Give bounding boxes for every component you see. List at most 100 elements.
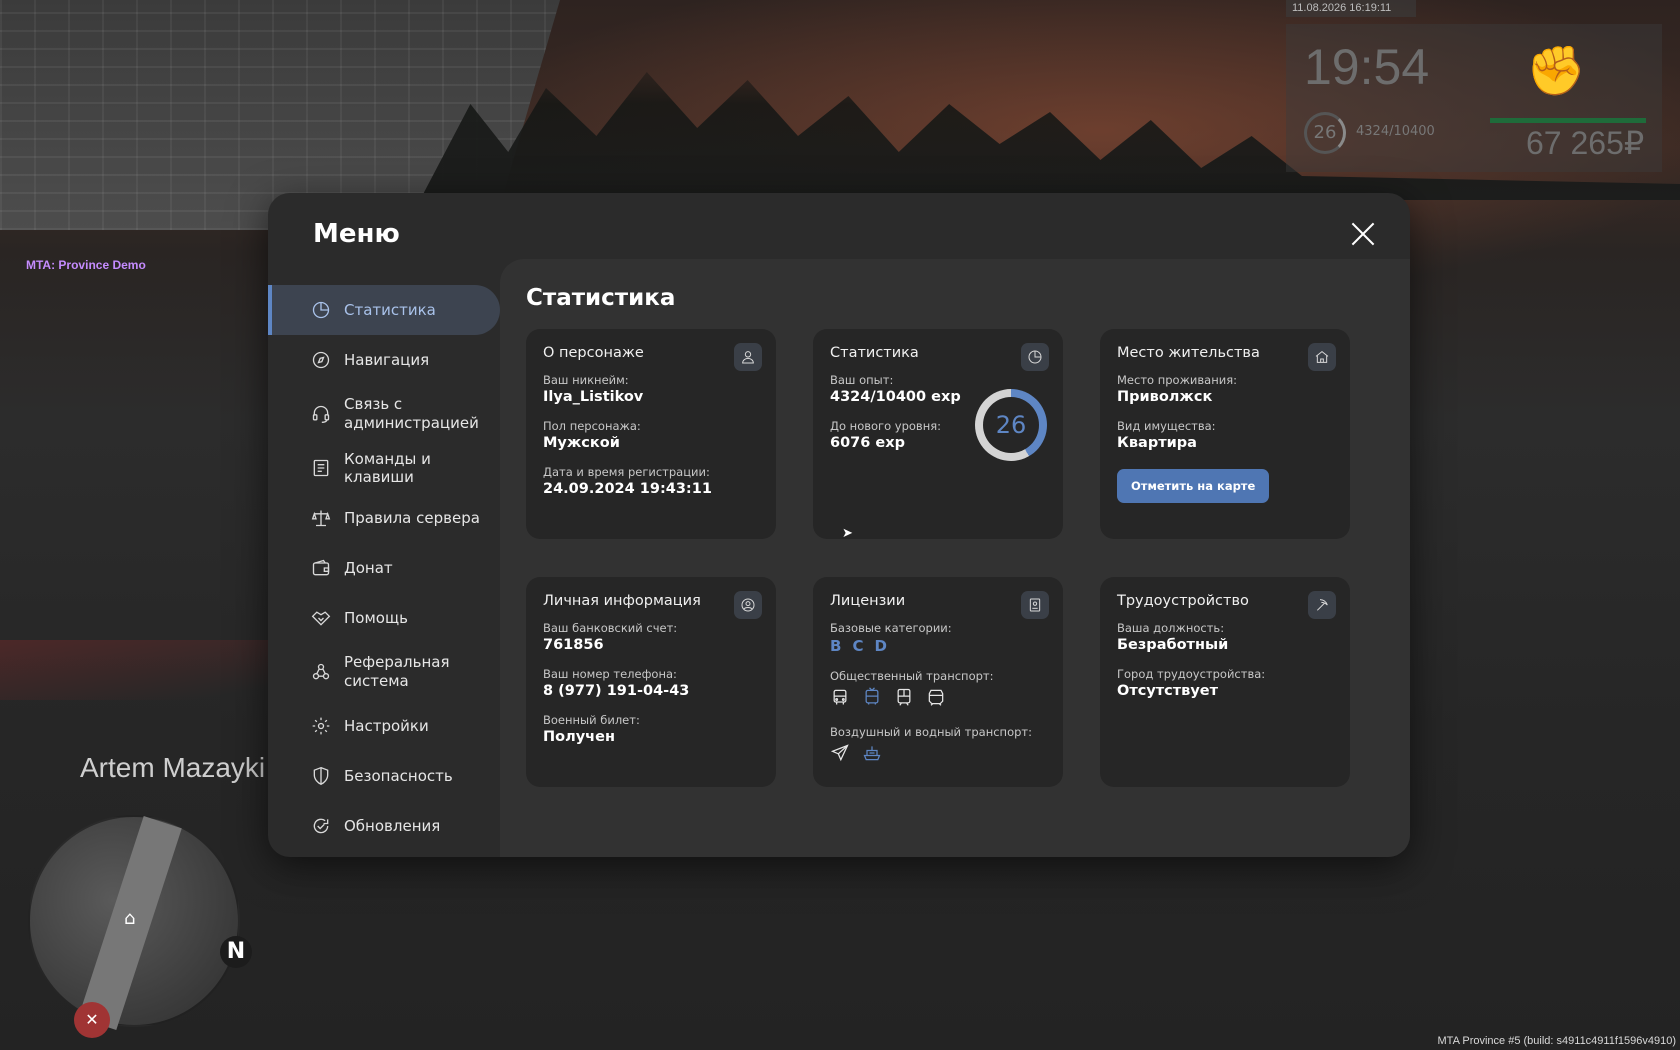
- category-b: B: [830, 637, 842, 655]
- house-icon: [1308, 343, 1336, 371]
- public-transport-icons: [830, 687, 1046, 711]
- compass-icon: [310, 349, 332, 371]
- military-value: Получен: [543, 729, 615, 745]
- refresh-check-icon: [310, 815, 332, 837]
- menu-modal: Меню Статистика Навигация Связь с админи…: [268, 193, 1410, 857]
- blip-icon: ✕: [74, 1002, 110, 1038]
- page-title: Статистика: [526, 285, 676, 311]
- sidebar-item-settings[interactable]: Настройки: [268, 701, 500, 751]
- registration-label: Дата и время регистрации:: [543, 465, 710, 479]
- build-info: MTA Province #5 (build: s4911c4911f1596v…: [1437, 1035, 1676, 1047]
- shield-icon: [310, 765, 332, 787]
- hud-health-bar: [1490, 118, 1646, 123]
- public-transport-label: Общественный транспорт:: [830, 669, 994, 683]
- tram-icon: [894, 687, 914, 711]
- sidebar-item-navigation[interactable]: Навигация: [268, 335, 500, 385]
- compass-north: N: [220, 936, 252, 968]
- registration-value: 24.09.2024 19:43:11: [543, 481, 712, 497]
- sidebar-item-security[interactable]: Безопасность: [268, 751, 500, 801]
- property-value: Квартира: [1117, 435, 1197, 451]
- sidebar-item-label: Правила сервера: [344, 509, 480, 527]
- sidebar-item-label: Донат: [344, 559, 393, 577]
- air-water-transport-icons: [830, 743, 1046, 767]
- categories-list: B C D: [830, 637, 1046, 655]
- hud-time: 19:54: [1304, 39, 1430, 95]
- sidebar-item-label: Навигация: [344, 351, 430, 369]
- employment-card: Трудоустройство Ваша должность: Безработ…: [1100, 577, 1350, 787]
- exp-label: Ваш опыт:: [830, 373, 894, 387]
- sidebar-item-label: Связь с администрацией: [344, 395, 479, 432]
- sidebar-item-statistics[interactable]: Статистика: [268, 285, 500, 335]
- sidebar-item-updates[interactable]: Обновления: [268, 801, 500, 851]
- id-card-icon: [1021, 591, 1049, 619]
- base-categories-label: Базовые категории:: [830, 621, 952, 635]
- personal-card: Личная информация Ваш банковский счет: 7…: [526, 577, 776, 787]
- sidebar-item-help[interactable]: Помощь: [268, 593, 500, 643]
- licenses-card: Лицензии Базовые категории: B C D Общест…: [813, 577, 1063, 787]
- sidebar-item-rules[interactable]: Правила сервера: [268, 493, 500, 543]
- phone-value: 8 (977) 191-04-43: [543, 683, 690, 699]
- sidebar-item-label: Статистика: [344, 301, 436, 319]
- gender-value: Мужской: [543, 435, 620, 451]
- pie-chart-icon: [310, 299, 332, 321]
- card-title: Личная информация: [543, 593, 701, 609]
- sidebar-item-donate[interactable]: Донат: [268, 543, 500, 593]
- sidebar-item-label: Безопасность: [344, 767, 453, 785]
- player-nametag: Artem Mazayki: [80, 752, 266, 783]
- stats-card: Статистика Ваш опыт: 4324/10400 exp До н…: [813, 329, 1063, 539]
- hud-exp: 4324/10400: [1356, 124, 1435, 139]
- position-label: Ваша должность:: [1117, 621, 1225, 635]
- pickaxe-icon: [1308, 591, 1336, 619]
- headset-icon: [310, 403, 332, 425]
- fist-icon: ✊: [1526, 43, 1586, 99]
- gender-label: Пол персонажа:: [543, 419, 641, 433]
- hud-level: 26: [1304, 112, 1346, 154]
- bank-value: 761856: [543, 637, 604, 653]
- sidebar-item-contact-admin[interactable]: Связь с администрацией: [268, 385, 500, 443]
- card-title: Статистика: [830, 345, 919, 361]
- residence-card: Место жительства Место проживания: Приво…: [1100, 329, 1350, 539]
- modal-title: Меню: [313, 219, 400, 249]
- nickname-value: Ilya_Listikov: [543, 389, 644, 405]
- card-title: Трудоустройство: [1117, 593, 1249, 609]
- air-water-transport-label: Воздушный и водный транспорт:: [830, 725, 1032, 739]
- phone-label: Ваш номер телефона:: [543, 667, 677, 681]
- ship-icon: [862, 743, 882, 767]
- nickname-label: Ваш никнейм:: [543, 373, 629, 387]
- sidebar-item-referral[interactable]: Реферальная система: [268, 643, 500, 701]
- level-number: 26: [983, 397, 1039, 453]
- sidebar-item-label: Обновления: [344, 817, 441, 835]
- sidebar-item-label: Реферальная система: [344, 653, 450, 690]
- card-title: Лицензии: [830, 593, 906, 609]
- job-city-label: Город трудоустройства:: [1117, 667, 1266, 681]
- airplane-icon: [830, 743, 850, 767]
- scales-icon: [310, 507, 332, 529]
- wallet-icon: [310, 557, 332, 579]
- mouse-cursor-icon: ➤: [842, 526, 853, 541]
- sidebar-item-label: Помощь: [344, 609, 408, 627]
- gear-icon: [310, 715, 332, 737]
- server-tag: MTA: Province Demo: [26, 258, 146, 272]
- document-icon: [310, 457, 332, 479]
- trolleybus-icon: [862, 687, 882, 711]
- character-card: О персонаже Ваш никнейм: Ilya_Listikov П…: [526, 329, 776, 539]
- card-title: О персонаже: [543, 345, 644, 361]
- residence-label: Место проживания:: [1117, 373, 1238, 387]
- card-title: Место жительства: [1117, 345, 1260, 361]
- mark-on-map-button[interactable]: Отметить на карте: [1117, 469, 1270, 503]
- close-button[interactable]: [1348, 219, 1378, 249]
- sidebar-item-label: Настройки: [344, 717, 429, 735]
- hud-panel: 19:54 ✊ 26 4324/10400 67 265₽: [1286, 24, 1662, 172]
- category-c: C: [852, 637, 864, 655]
- sidebar-item-label: Команды и клавиши: [344, 450, 431, 486]
- property-label: Вид имущества:: [1117, 419, 1216, 433]
- level-progress-ring: 26: [975, 389, 1047, 461]
- sidebar-item-commands[interactable]: Команды и клавиши: [268, 443, 500, 493]
- category-d: D: [874, 637, 887, 655]
- pie-chart-icon: [1021, 343, 1049, 371]
- hud-money: 67 265₽: [1526, 125, 1645, 161]
- hud-datetime: 11.08.2026 16:19:11: [1286, 0, 1416, 17]
- metro-icon: [926, 687, 946, 711]
- military-label: Военный билет:: [543, 713, 640, 727]
- handshake-icon: [310, 607, 332, 629]
